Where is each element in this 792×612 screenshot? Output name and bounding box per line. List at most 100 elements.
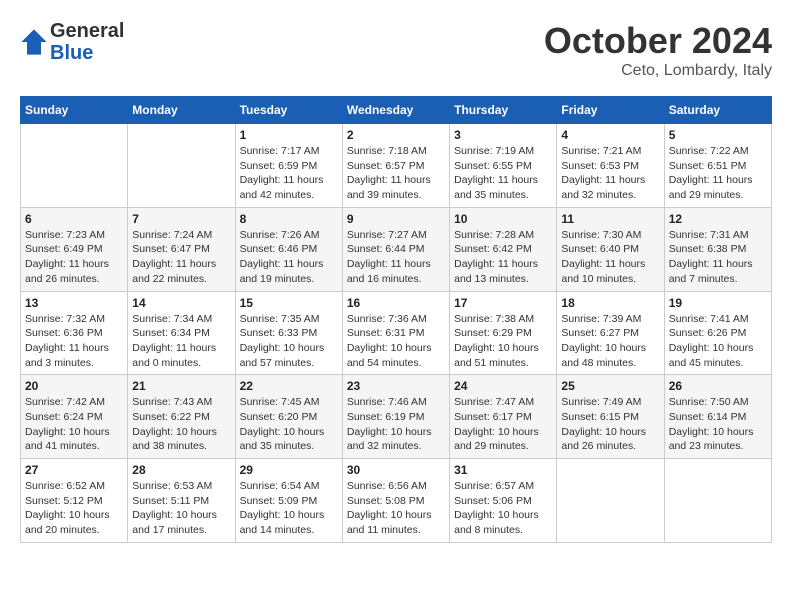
day-number: 2: [347, 128, 445, 142]
day-number: 3: [454, 128, 552, 142]
calendar-cell: 12 Sunrise: 7:31 AM Sunset: 6:38 PM Dayli…: [664, 207, 771, 291]
day-info: Sunrise: 7:24 AM Sunset: 6:47 PM Dayligh…: [132, 228, 230, 287]
day-number: 19: [669, 296, 767, 310]
day-number: 23: [347, 379, 445, 393]
page-title: October 2024: [544, 20, 772, 62]
calendar-cell: 22Sunrise: 7:45 AM Sunset: 6:20 PM Dayli…: [235, 375, 342, 459]
day-info: Sunrise: 7:43 AM Sunset: 6:22 PM Dayligh…: [132, 395, 230, 454]
logo-blue-text: Blue: [50, 42, 124, 64]
calendar-cell: 21 Sunrise: 7:43 AM Sunset: 6:22 PM Dayli…: [128, 375, 235, 459]
logo-general-text: General: [50, 20, 124, 42]
day-info: Sunrise: 7:21 AM Sunset: 6:53 PM Dayligh…: [561, 144, 659, 203]
day-number: 20: [25, 379, 123, 393]
day-info: Sunrise: 6:54 AM Sunset: 5:09 PM Dayligh…: [240, 479, 338, 538]
day-number: 4: [561, 128, 659, 142]
day-info: Sunrise: 6:53 AM Sunset: 5:11 PM Dayligh…: [132, 479, 230, 538]
calendar-cell: 20 Sunrise: 7:42 AM Sunset: 6:24 PM Dayli…: [21, 375, 128, 459]
weekday-header: Saturday: [664, 97, 771, 124]
calendar-cell: [557, 459, 664, 543]
day-number: 12: [669, 212, 767, 226]
title-block: October 2024 Ceto, Lombardy, Italy: [544, 20, 772, 80]
day-number: 13: [25, 296, 123, 310]
calendar-week-row: 1 Sunrise: 7:17 AM Sunset: 6:59 PM Daylig…: [21, 124, 772, 208]
calendar-cell: 8Sunrise: 7:26 AM Sunset: 6:46 PM Daylig…: [235, 207, 342, 291]
day-number: 10: [454, 212, 552, 226]
day-info: Sunrise: 7:38 AM Sunset: 6:29 PM Dayligh…: [454, 312, 552, 371]
day-number: 18: [561, 296, 659, 310]
calendar-cell: 11 Sunrise: 7:30 AM Sunset: 6:40 PM Dayli…: [557, 207, 664, 291]
day-number: 17: [454, 296, 552, 310]
weekday-header: Thursday: [450, 97, 557, 124]
logo-text: General Blue: [50, 20, 124, 64]
calendar-header-row: SundayMondayTuesdayWednesdayThursdayFrid…: [21, 97, 772, 124]
calendar-cell: 7 Sunrise: 7:24 AM Sunset: 6:47 PM Daylig…: [128, 207, 235, 291]
weekday-header: Tuesday: [235, 97, 342, 124]
day-number: 11: [561, 212, 659, 226]
calendar-cell: 26Sunrise: 7:50 AM Sunset: 6:14 PM Dayli…: [664, 375, 771, 459]
calendar-cell: 28 Sunrise: 6:53 AM Sunset: 5:11 PM Dayli…: [128, 459, 235, 543]
calendar-week-row: 6Sunrise: 7:23 AM Sunset: 6:49 PM Daylig…: [21, 207, 772, 291]
day-info: Sunrise: 6:57 AM Sunset: 5:06 PM Dayligh…: [454, 479, 552, 538]
calendar-cell: 27Sunrise: 6:52 AM Sunset: 5:12 PM Dayli…: [21, 459, 128, 543]
day-info: Sunrise: 7:34 AM Sunset: 6:34 PM Dayligh…: [132, 312, 230, 371]
day-number: 14: [132, 296, 230, 310]
day-info: Sunrise: 7:19 AM Sunset: 6:55 PM Dayligh…: [454, 144, 552, 203]
calendar-cell: 9Sunrise: 7:27 AM Sunset: 6:44 PM Daylig…: [342, 207, 449, 291]
calendar-cell: 6Sunrise: 7:23 AM Sunset: 6:49 PM Daylig…: [21, 207, 128, 291]
page-header: General Blue October 2024 Ceto, Lombardy…: [20, 20, 772, 80]
day-info: Sunrise: 7:39 AM Sunset: 6:27 PM Dayligh…: [561, 312, 659, 371]
calendar-cell: 19Sunrise: 7:41 AM Sunset: 6:26 PM Dayli…: [664, 291, 771, 375]
day-info: Sunrise: 7:31 AM Sunset: 6:38 PM Dayligh…: [669, 228, 767, 287]
calendar-cell: 16 Sunrise: 7:36 AM Sunset: 6:31 PM Dayli…: [342, 291, 449, 375]
day-info: Sunrise: 7:28 AM Sunset: 6:42 PM Dayligh…: [454, 228, 552, 287]
calendar-cell: [21, 124, 128, 208]
day-info: Sunrise: 7:17 AM Sunset: 6:59 PM Dayligh…: [240, 144, 338, 203]
calendar-cell: 17 Sunrise: 7:38 AM Sunset: 6:29 PM Dayli…: [450, 291, 557, 375]
day-info: Sunrise: 7:45 AM Sunset: 6:20 PM Dayligh…: [240, 395, 338, 454]
day-info: Sunrise: 7:46 AM Sunset: 6:19 PM Dayligh…: [347, 395, 445, 454]
day-info: Sunrise: 7:36 AM Sunset: 6:31 PM Dayligh…: [347, 312, 445, 371]
calendar-cell: 23 Sunrise: 7:46 AM Sunset: 6:19 PM Dayli…: [342, 375, 449, 459]
day-info: Sunrise: 7:35 AM Sunset: 6:33 PM Dayligh…: [240, 312, 338, 371]
calendar-cell: 24 Sunrise: 7:47 AM Sunset: 6:17 PM Dayli…: [450, 375, 557, 459]
logo-icon: [20, 28, 48, 56]
calendar-cell: 31Sunrise: 6:57 AM Sunset: 5:06 PM Dayli…: [450, 459, 557, 543]
day-info: Sunrise: 7:47 AM Sunset: 6:17 PM Dayligh…: [454, 395, 552, 454]
calendar-cell: 13 Sunrise: 7:32 AM Sunset: 6:36 PM Dayli…: [21, 291, 128, 375]
weekday-header: Monday: [128, 97, 235, 124]
day-number: 5: [669, 128, 767, 142]
day-info: Sunrise: 7:30 AM Sunset: 6:40 PM Dayligh…: [561, 228, 659, 287]
day-info: Sunrise: 6:52 AM Sunset: 5:12 PM Dayligh…: [25, 479, 123, 538]
day-info: Sunrise: 7:22 AM Sunset: 6:51 PM Dayligh…: [669, 144, 767, 203]
page-subtitle: Ceto, Lombardy, Italy: [544, 62, 772, 80]
day-info: Sunrise: 7:26 AM Sunset: 6:46 PM Dayligh…: [240, 228, 338, 287]
day-info: Sunrise: 6:56 AM Sunset: 5:08 PM Dayligh…: [347, 479, 445, 538]
logo: General Blue: [20, 20, 124, 64]
day-info: Sunrise: 7:27 AM Sunset: 6:44 PM Dayligh…: [347, 228, 445, 287]
calendar-cell: 29Sunrise: 6:54 AM Sunset: 5:09 PM Dayli…: [235, 459, 342, 543]
day-number: 16: [347, 296, 445, 310]
day-number: 15: [240, 296, 338, 310]
weekday-header: Sunday: [21, 97, 128, 124]
calendar-cell: 14 Sunrise: 7:34 AM Sunset: 6:34 PM Dayli…: [128, 291, 235, 375]
calendar-cell: 2Sunrise: 7:18 AM Sunset: 6:57 PM Daylig…: [342, 124, 449, 208]
calendar-cell: 18 Sunrise: 7:39 AM Sunset: 6:27 PM Dayli…: [557, 291, 664, 375]
day-number: 21: [132, 379, 230, 393]
day-number: 24: [454, 379, 552, 393]
day-number: 28: [132, 463, 230, 477]
day-info: Sunrise: 7:42 AM Sunset: 6:24 PM Dayligh…: [25, 395, 123, 454]
day-info: Sunrise: 7:32 AM Sunset: 6:36 PM Dayligh…: [25, 312, 123, 371]
calendar-cell: 4 Sunrise: 7:21 AM Sunset: 6:53 PM Daylig…: [557, 124, 664, 208]
day-number: 1: [240, 128, 338, 142]
calendar-week-row: 13 Sunrise: 7:32 AM Sunset: 6:36 PM Dayli…: [21, 291, 772, 375]
calendar-week-row: 27Sunrise: 6:52 AM Sunset: 5:12 PM Dayli…: [21, 459, 772, 543]
day-number: 6: [25, 212, 123, 226]
calendar-cell: 15 Sunrise: 7:35 AM Sunset: 6:33 PM Dayli…: [235, 291, 342, 375]
day-number: 7: [132, 212, 230, 226]
calendar-cell: 3 Sunrise: 7:19 AM Sunset: 6:55 PM Daylig…: [450, 124, 557, 208]
calendar-cell: 10 Sunrise: 7:28 AM Sunset: 6:42 PM Dayli…: [450, 207, 557, 291]
day-info: Sunrise: 7:49 AM Sunset: 6:15 PM Dayligh…: [561, 395, 659, 454]
weekday-header: Friday: [557, 97, 664, 124]
calendar-cell: 1 Sunrise: 7:17 AM Sunset: 6:59 PM Daylig…: [235, 124, 342, 208]
calendar-cell: 5 Sunrise: 7:22 AM Sunset: 6:51 PM Daylig…: [664, 124, 771, 208]
